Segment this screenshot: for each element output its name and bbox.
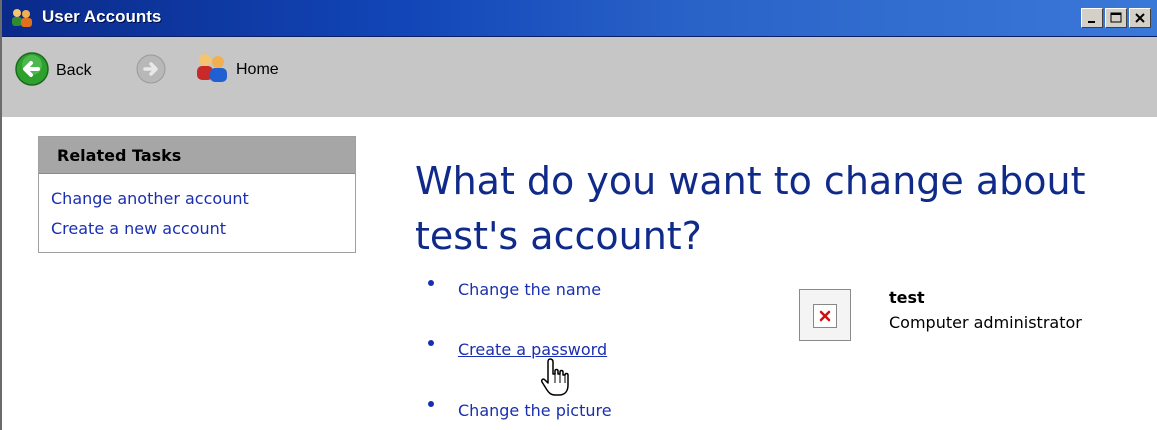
change-picture-link[interactable]: Change the picture [458,401,612,420]
account-role: Computer administrator [889,313,1082,332]
home-label: Home [236,61,279,78]
minimize-icon [1088,21,1095,23]
account-name: test [889,288,925,307]
page-title-line-2: test's account? [415,214,702,258]
bullet-icon [428,339,434,346]
forward-arrow-icon [135,53,167,89]
back-label: Back [56,62,92,79]
close-button[interactable] [1129,8,1151,28]
create-password-link[interactable]: Create a password [458,340,607,359]
list-item: Change the name [428,279,601,299]
back-arrow-icon [14,51,50,91]
account-picture[interactable] [799,289,851,341]
broken-image-icon [813,304,837,328]
related-tasks-title: Related Tasks [39,137,355,174]
navigation-toolbar: Back Home [2,37,1157,117]
bullet-icon [428,279,434,286]
home-users-icon [194,51,230,89]
page-title: What do you want to change about test's … [415,154,1135,264]
window-title: User Accounts [42,7,162,26]
change-another-account-link[interactable]: Change another account [51,184,355,214]
change-name-link[interactable]: Change the name [458,280,601,299]
minimize-button[interactable] [1081,8,1103,28]
list-item: Create a password [428,339,607,359]
users-icon [10,7,34,29]
close-icon [1135,13,1145,23]
maximize-button[interactable] [1105,8,1127,28]
forward-button[interactable] [135,53,167,89]
user-accounts-window: User Accounts Back Home Related Tasks Ch… [0,0,1157,430]
maximize-icon [1110,12,1122,23]
title-bar[interactable]: User Accounts [2,0,1157,37]
list-item: Change the picture [428,400,612,420]
home-button[interactable]: Home [194,51,279,89]
related-tasks-panel: Related Tasks Change another account Cre… [38,136,356,253]
page-title-line-1: What do you want to change about [415,159,1086,203]
hand-pointer-icon [539,357,573,403]
bullet-icon [428,400,434,407]
create-new-account-link[interactable]: Create a new account [51,214,355,244]
window-controls [1081,8,1151,28]
back-button[interactable]: Back [14,51,92,91]
